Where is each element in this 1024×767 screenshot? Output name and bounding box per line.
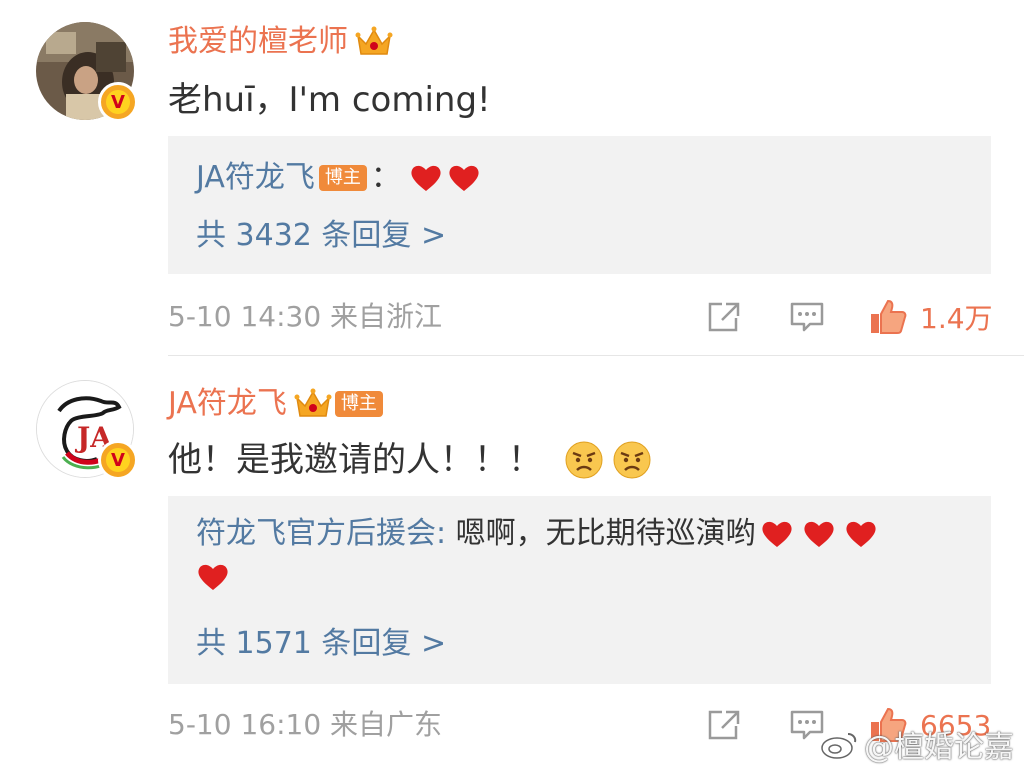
reply-username[interactable]: JA符龙飞 <box>196 156 315 200</box>
angry-face-icon <box>565 441 603 479</box>
reply-separator: ： <box>370 160 401 195</box>
heart-icon <box>846 521 876 547</box>
view-replies-link[interactable]: 共 1571 条回复 > <box>196 622 446 666</box>
comment-text-content: 他！是我邀请的人！！！ <box>168 440 542 480</box>
share-icon <box>708 302 740 332</box>
reply-username[interactable]: 符龙飞官方后援会 <box>196 512 436 556</box>
username-text[interactable]: 我爱的檀老师 <box>168 22 348 62</box>
comment-button[interactable] <box>788 297 826 337</box>
reply-separator: : <box>436 516 456 551</box>
host-tag: 博主 <box>318 165 367 191</box>
heart-icon <box>411 165 441 191</box>
reply-preview[interactable]: JA符龙飞 博主 ： <box>196 156 481 200</box>
watermark-text: @檀婚论嘉 <box>864 730 1014 765</box>
comment-username[interactable]: JA符龙飞 博主 <box>168 384 383 424</box>
comment-meta: 5-10 16:10 来自广东 <box>168 708 443 741</box>
like-count: 1.4万 <box>920 302 993 335</box>
comment-text: 老huī，I'm coming! <box>168 80 491 120</box>
view-replies-link[interactable]: 共 3432 条回复 > <box>196 214 446 258</box>
comment-icon <box>790 302 824 332</box>
comment-meta: 5-10 14:30 来自浙江 <box>168 300 443 333</box>
crown-icon <box>355 26 393 55</box>
weibo-comments-page: V 我爱的檀老师 老huī，I'm coming! JA符龙飞 博主 ： 共 3… <box>0 0 1024 767</box>
share-icon <box>708 710 740 740</box>
divider <box>168 355 1024 356</box>
heart-icon <box>198 564 228 590</box>
reply-box[interactable]: 符龙飞官方后援会 : 嗯啊，无比期待巡演哟 共 1571 条回复 > <box>168 496 991 684</box>
weibo-logo-icon <box>821 733 857 759</box>
thumbs-up-icon <box>871 299 907 334</box>
verified-badge-icon: V <box>98 82 138 122</box>
share-button[interactable] <box>706 705 742 745</box>
verified-badge-icon: V <box>98 440 138 480</box>
avatar[interactable]: V <box>36 22 138 122</box>
reply-content: 嗯啊，无比期待巡演哟 <box>455 516 756 551</box>
host-tag: 博主 <box>334 391 383 417</box>
username-text[interactable]: JA符龙飞 <box>168 384 287 424</box>
like-button[interactable]: 1.4万 <box>868 297 993 337</box>
reply-box[interactable]: JA符龙飞 博主 ： 共 3432 条回复 > <box>168 136 991 274</box>
comment-username[interactable]: 我爱的檀老师 <box>168 22 394 62</box>
angry-face-icon <box>613 441 651 479</box>
watermark: @檀婚论嘉 <box>820 722 1014 766</box>
reply-preview[interactable]: 符龙飞官方后援会 : 嗯啊，无比期待巡演哟 <box>196 512 878 556</box>
heart-icon <box>804 521 834 547</box>
avatar[interactable]: JA V <box>36 380 138 480</box>
heart-icon <box>449 165 479 191</box>
comment-text: 他！是我邀请的人！！！ <box>168 438 652 482</box>
crown-icon <box>294 388 332 417</box>
share-button[interactable] <box>706 297 742 337</box>
reply-preview-continued <box>196 562 230 596</box>
heart-icon <box>762 521 792 547</box>
